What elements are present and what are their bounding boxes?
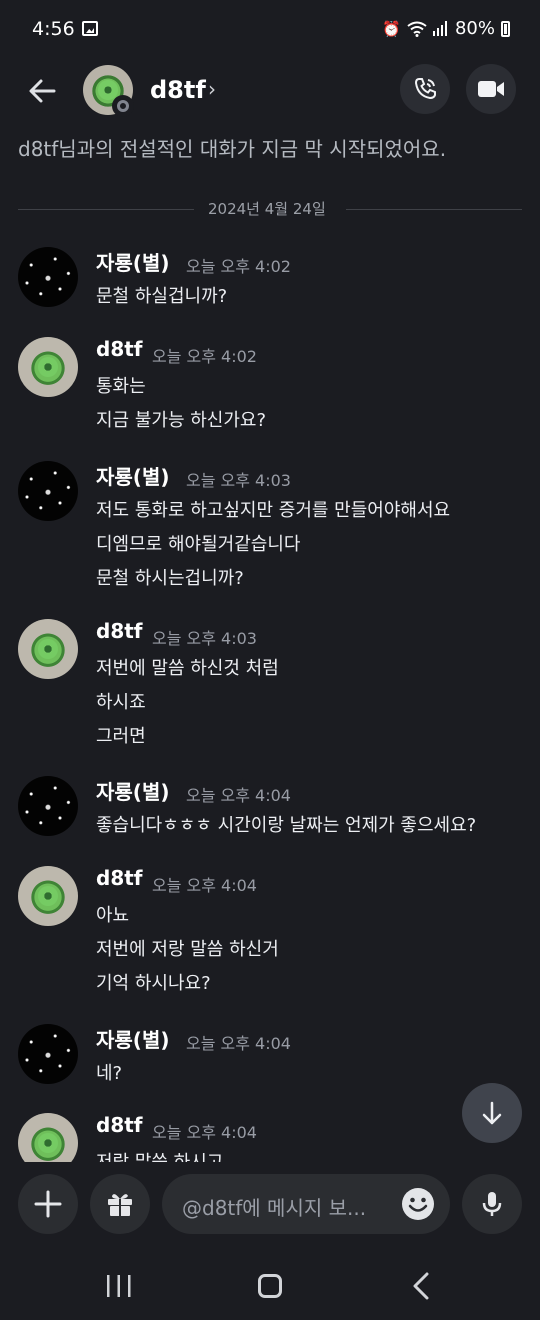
message-text[interactable]: 통화는	[96, 372, 146, 398]
back-nav-icon[interactable]	[411, 1272, 431, 1300]
message-text[interactable]: 지금 불가능 하신가요?	[96, 406, 266, 432]
wifi-icon	[407, 21, 427, 37]
signal-icon	[432, 21, 447, 36]
message-text[interactable]: 디엠므로 해야될거같습니다	[96, 530, 300, 556]
message-list[interactable]: d8tf님과의 전설적인 대화가 지금 막 시작되었어요. 2024년 4월 2…	[0, 130, 540, 1162]
emoji-button[interactable]	[400, 1186, 436, 1222]
gallery-notification-icon	[82, 21, 98, 36]
channel-name[interactable]: d8tf	[150, 76, 206, 104]
battery-icon	[501, 20, 510, 37]
message-text[interactable]: 저도 통화로 하고싶지만 증거를 만들어야해서요	[96, 496, 450, 522]
user-avatar[interactable]	[18, 776, 78, 836]
message-timestamp: 오늘 오후 4:04	[186, 786, 291, 805]
video-call-button[interactable]	[466, 64, 516, 114]
date-divider: 2024년 4월 24일	[18, 198, 522, 222]
status-icons: ⏰ 80%	[382, 18, 510, 39]
message-text[interactable]: 문철 하실겁니까?	[96, 282, 227, 308]
user-avatar[interactable]	[18, 337, 78, 397]
battery-percent: 80%	[454, 18, 495, 39]
voice-message-button[interactable]	[462, 1174, 522, 1234]
message-timestamp: 오늘 오후 4:04	[152, 876, 257, 895]
arrow-down-icon	[482, 1101, 502, 1125]
message-composer: @d8tf에 메시지 보...	[0, 1162, 540, 1248]
message-input-placeholder[interactable]: @d8tf에 메시지 보...	[182, 1192, 387, 1221]
message-text[interactable]: 그러면	[96, 722, 146, 748]
gift-button[interactable]	[90, 1174, 150, 1234]
system-navigation-bar	[0, 1248, 540, 1320]
jump-to-bottom-button[interactable]	[462, 1083, 522, 1143]
voice-call-button[interactable]	[400, 64, 450, 114]
video-camera-icon	[478, 81, 504, 97]
user-avatar[interactable]	[18, 461, 78, 521]
user-avatar[interactable]	[18, 866, 78, 926]
user-avatar[interactable]	[18, 247, 78, 307]
phone-icon	[414, 78, 436, 100]
message-author[interactable]: 자룡(별)	[96, 247, 169, 276]
chevron-right-icon[interactable]: ›	[208, 77, 216, 101]
emoji-icon	[402, 1188, 434, 1220]
message-timestamp: 오늘 오후 4:04	[186, 1034, 291, 1053]
arrow-left-icon	[29, 79, 56, 103]
recent-apps-icon[interactable]	[106, 1275, 132, 1297]
alarm-icon: ⏰	[382, 19, 401, 38]
status-time: 4:56	[32, 18, 75, 40]
divider-line	[18, 209, 194, 210]
message-text[interactable]: 아뇨	[96, 901, 129, 927]
message-text[interactable]: 저랑 말씀 하시고	[96, 1148, 223, 1162]
message-author[interactable]: 자룡(별)	[96, 461, 169, 490]
message-timestamp: 오늘 오후 4:03	[152, 629, 257, 648]
message-author[interactable]: d8tf	[96, 337, 143, 361]
back-button[interactable]	[22, 71, 62, 111]
message-author[interactable]: d8tf	[96, 1113, 143, 1137]
message-text[interactable]: 저번에 저랑 말씀 하신거	[96, 935, 279, 961]
message-timestamp: 오늘 오후 4:04	[152, 1123, 257, 1142]
message-text[interactable]: 기억 하시나요?	[96, 969, 211, 995]
attach-button[interactable]	[18, 1174, 78, 1234]
conversation-intro: d8tf님과의 전설적인 대화가 지금 막 시작되었어요.	[18, 137, 447, 161]
user-avatar[interactable]	[18, 1113, 78, 1162]
message-text[interactable]: 하시죠	[96, 688, 146, 714]
chat-header: d8tf ›	[0, 58, 540, 130]
message-author[interactable]: 자룡(별)	[96, 776, 169, 805]
gift-icon	[108, 1194, 132, 1216]
message-text[interactable]: 네?	[96, 1059, 122, 1085]
user-avatar[interactable]	[18, 1024, 78, 1084]
user-avatar[interactable]	[18, 619, 78, 679]
home-icon[interactable]	[258, 1274, 282, 1298]
message-timestamp: 오늘 오후 4:02	[152, 347, 257, 366]
status-bar: 4:56 ⏰ 80%	[0, 0, 540, 58]
date-divider-label: 2024년 4월 24일	[208, 200, 326, 218]
message-author[interactable]: d8tf	[96, 866, 143, 890]
message-author[interactable]: d8tf	[96, 619, 143, 643]
status-indicator-icon	[112, 95, 134, 117]
message-text[interactable]: 좋습니다ㅎㅎㅎ 시간이랑 날짜는 언제가 좋으세요?	[96, 811, 476, 837]
message-timestamp: 오늘 오후 4:02	[186, 257, 291, 276]
message-input[interactable]: @d8tf에 메시지 보...	[162, 1174, 450, 1234]
message-author[interactable]: 자룡(별)	[96, 1024, 169, 1053]
message-text[interactable]: 저번에 말씀 하신것 처럼	[96, 654, 279, 680]
divider-line	[346, 209, 522, 210]
microphone-icon	[482, 1192, 502, 1216]
plus-icon	[34, 1190, 62, 1218]
message-timestamp: 오늘 오후 4:03	[186, 471, 291, 490]
message-text[interactable]: 문철 하시는겁니까?	[96, 564, 244, 590]
